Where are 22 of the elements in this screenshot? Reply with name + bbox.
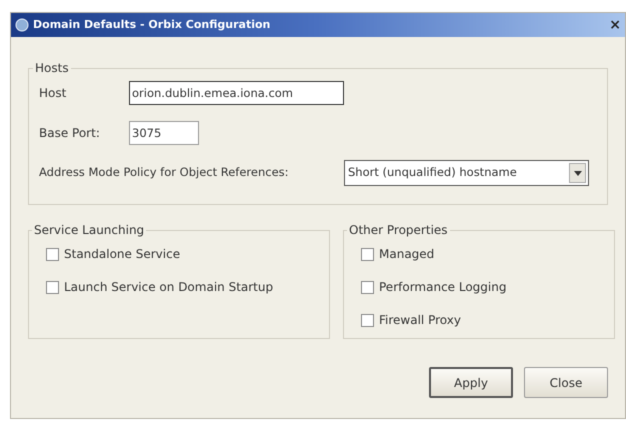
checkbox[interactable] [361, 280, 374, 294]
hostname-dropdown[interactable]: Short (unqualified) hostname [344, 160, 589, 186]
group-title: Hosts [34, 60, 70, 77]
checkbox[interactable] [361, 248, 374, 260]
field-label: Address Mode Policy for Object References: [39, 164, 290, 182]
checkbox[interactable] [361, 314, 374, 326]
checkbox[interactable] [46, 280, 59, 294]
dialog-button[interactable]: Close [524, 367, 608, 398]
group-title: Other Properties [348, 222, 449, 239]
checkbox[interactable] [46, 248, 59, 260]
checkbox-label[interactable]: Managed [379, 245, 434, 263]
text-field[interactable]: orion.dublin.emea.iona.com [129, 81, 344, 105]
checkbox-label[interactable]: Launch Service on Domain Startup [64, 278, 274, 296]
checkbox-label[interactable]: Standalone Service [64, 245, 180, 263]
dialog-button[interactable]: Apply [429, 367, 513, 398]
group-title: Service Launching [33, 222, 146, 239]
text-field[interactable]: 3075 [129, 121, 199, 145]
window-title: Domain Defaults - Orbix Configuration [33, 16, 270, 33]
checkbox-label[interactable]: Firewall Proxy [379, 311, 461, 329]
field-label: Base Port: [39, 125, 101, 142]
checkbox-label[interactable]: Performance Logging [379, 278, 506, 296]
field-label: Host [39, 85, 68, 102]
